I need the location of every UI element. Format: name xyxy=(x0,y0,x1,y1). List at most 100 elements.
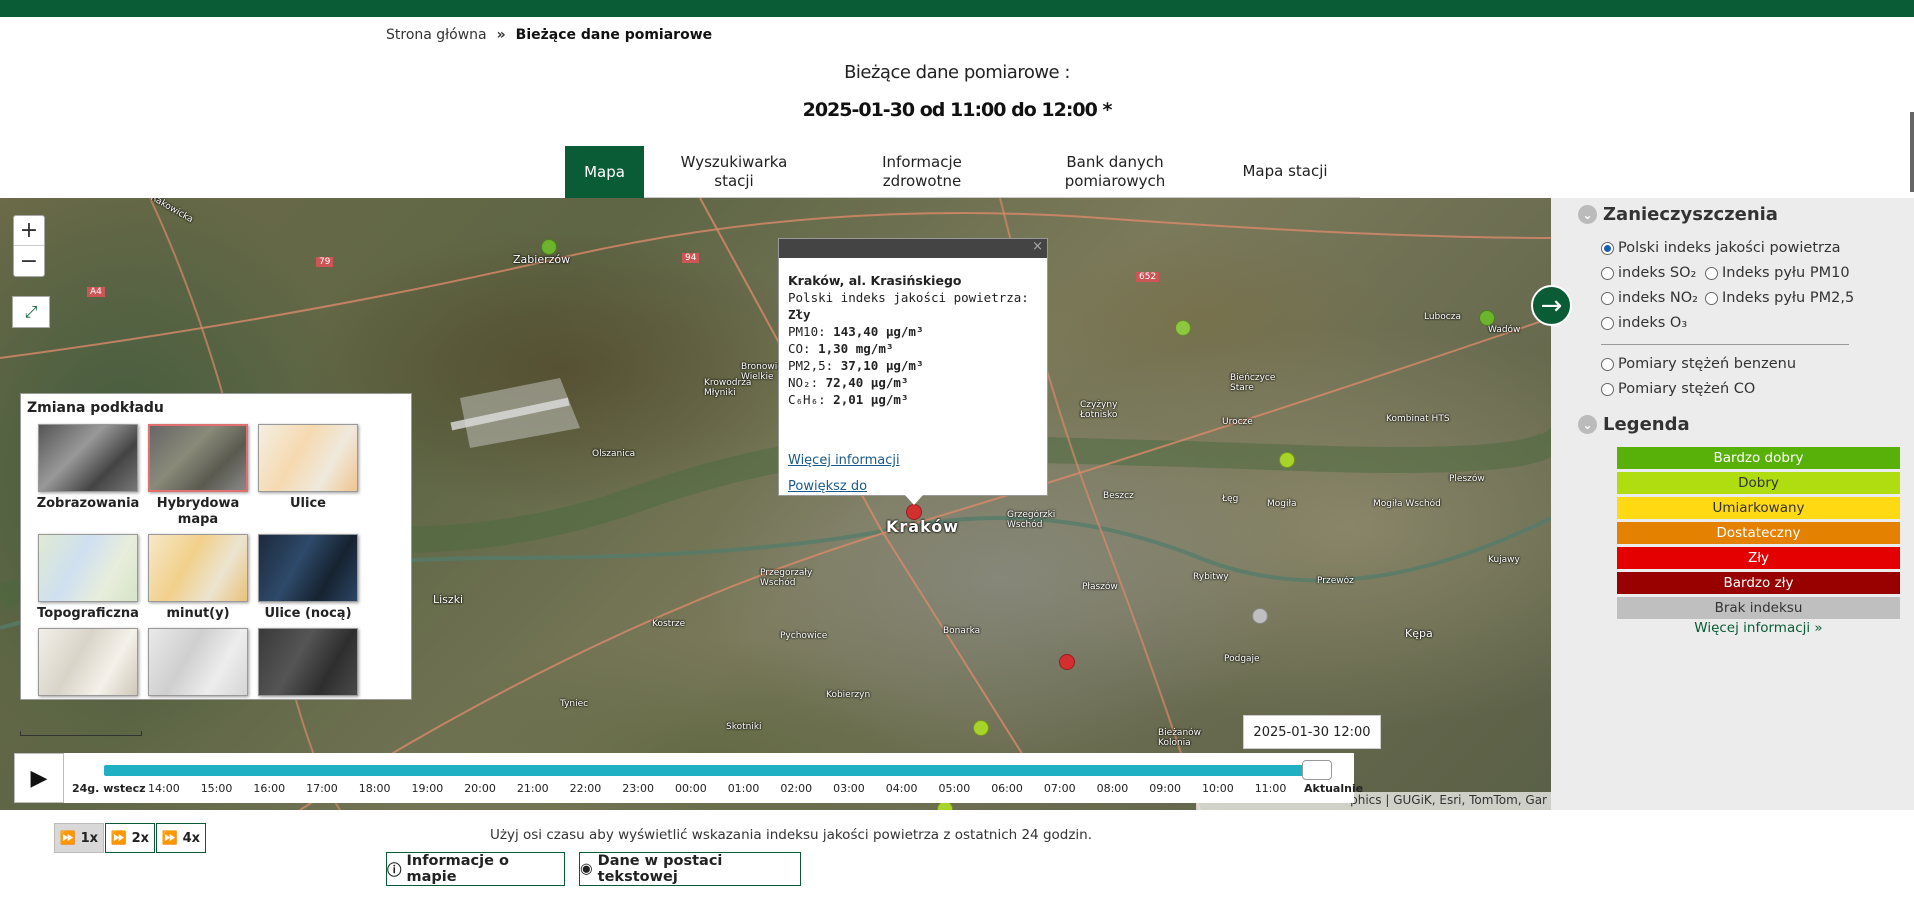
timeline-tick: 20:00 xyxy=(464,782,496,795)
tab-mapa-stacji[interactable]: Mapa stacji xyxy=(1210,146,1360,198)
station-marker[interactable] xyxy=(1175,320,1191,336)
divider xyxy=(1601,344,1849,345)
zoom-in-button[interactable]: + xyxy=(14,216,44,246)
tab-wyszukiwarka-stacji[interactable]: Wyszukiwarka stacji xyxy=(644,146,824,198)
option-pm10[interactable]: Indeks pyłu PM10 xyxy=(1705,265,1850,281)
station-marker[interactable] xyxy=(1279,452,1295,468)
basemap-thumb xyxy=(148,534,248,602)
map-label-rybitwy: Rybitwy xyxy=(1193,572,1229,582)
map-label-kobierzyn: Kobierzyn xyxy=(826,690,871,700)
map-label-bonarka: Bonarka xyxy=(943,626,981,636)
pollution-section-header[interactable]: ⌄ Zanieczyszczenia xyxy=(1578,204,1778,225)
radio-icon xyxy=(1601,266,1614,280)
fullscreen-icon[interactable]: ⤢ xyxy=(12,296,50,328)
breadcrumb-home[interactable]: Strona główna xyxy=(386,27,487,43)
popup-pointer xyxy=(905,495,923,505)
basemap-night[interactable]: Ulice (nocą) xyxy=(253,534,363,622)
timeline-tick: 24g. wstecz xyxy=(72,782,146,795)
radio-icon xyxy=(1705,266,1718,280)
play-icon[interactable]: ▶ xyxy=(14,753,64,803)
option-so2[interactable]: indeks SO₂ xyxy=(1601,265,1696,281)
timeline-tick: 15:00 xyxy=(200,782,233,795)
basemap-thumb xyxy=(258,628,358,696)
speed-1x-button[interactable]: ⏩ 1x xyxy=(54,823,104,853)
basemap-thumb xyxy=(148,424,248,492)
legend-more-info-link[interactable]: Więcej informacji » xyxy=(1617,620,1900,636)
map-info-button[interactable]: ⓘ Informacje o mapie xyxy=(386,852,565,886)
basemap-gallery: Zmiana podkładu Zobrazowania Hybrydowa m… xyxy=(20,393,412,700)
timeline-handle[interactable] xyxy=(1302,760,1332,780)
sidebar-panel: ⌄ Zanieczyszczenia Polski indeks jakości… xyxy=(1551,198,1914,810)
timeline-tick: 14:00 xyxy=(148,782,180,795)
basemap-thumb xyxy=(38,534,138,602)
timeline-tick: 01:00 xyxy=(727,782,760,795)
map-label-r652: 652 xyxy=(1136,272,1160,282)
legend-item: Umiarkowany xyxy=(1617,497,1900,519)
station-marker[interactable] xyxy=(973,720,989,736)
legend-section-header[interactable]: ⌄ Legenda xyxy=(1578,414,1690,435)
text-data-button[interactable]: ◉ Dane w postaci tekstowej xyxy=(579,852,801,886)
top-bar xyxy=(0,0,1914,17)
radio-icon xyxy=(1601,357,1614,371)
map-label-zabierzow: Zabierzów xyxy=(513,253,571,266)
option-no2[interactable]: indeks NO₂ xyxy=(1601,290,1698,306)
map-label-kepa: Kępa xyxy=(1405,627,1433,640)
basemap-thumb xyxy=(148,628,248,696)
station-marker[interactable] xyxy=(1252,608,1268,624)
radio-icon xyxy=(1601,316,1614,330)
map-label-tyniec: Tyniec xyxy=(560,699,589,709)
zoom-control: + − xyxy=(13,215,45,277)
map-label-urocze: Urocze xyxy=(1222,417,1253,427)
basemap-thumb xyxy=(38,424,138,492)
map-label-plaszow: Płaszów xyxy=(1082,582,1118,592)
popup-zoom-to-link[interactable]: Powiększ do xyxy=(788,474,900,500)
station-marker[interactable] xyxy=(1059,654,1075,670)
option-co[interactable]: Pomiary stężeń CO xyxy=(1601,381,1755,397)
page-scrollbar[interactable] xyxy=(1910,112,1914,192)
basemap-gray[interactable] xyxy=(143,628,253,699)
station-marker[interactable] xyxy=(541,239,557,255)
timeline-tick: 10:00 xyxy=(1202,782,1234,795)
popup-header: × xyxy=(779,239,1047,258)
option-pm25[interactable]: Indeks pyłu PM2,5 xyxy=(1705,290,1854,306)
tab-bank-danych[interactable]: Bank danych pomiarowych xyxy=(1020,146,1210,198)
map-label-r79: 79 xyxy=(316,257,334,267)
radio-icon xyxy=(1601,241,1614,255)
basemap-streets[interactable]: Ulice xyxy=(253,424,363,528)
basemap-terrain[interactable] xyxy=(33,628,143,699)
option-aqi[interactable]: Polski indeks jakości powietrza xyxy=(1601,240,1840,256)
map-label-pychowice: Pychowice xyxy=(780,631,828,641)
info-icon: ⓘ xyxy=(387,862,402,879)
tab-informacje-zdrowotne[interactable]: Informacje zdrowotne xyxy=(824,146,1020,198)
basemap-dark[interactable] xyxy=(253,628,363,699)
legend-item: Brak indeksu xyxy=(1617,597,1900,619)
station-marker-selected[interactable] xyxy=(906,504,922,520)
basemap-topo[interactable]: Topograficzna xyxy=(33,534,143,622)
timeline-tick: 16:00 xyxy=(253,782,286,795)
station-marker[interactable] xyxy=(1479,310,1495,326)
basemap-thumb xyxy=(258,534,358,602)
page-date-range: 2025-01-30 od 11:00 do 12:00 * xyxy=(802,99,1113,121)
zoom-out-button[interactable]: − xyxy=(14,246,44,276)
basemap-hybrid[interactable]: Hybrydowa mapa xyxy=(143,424,253,528)
timeline-track[interactable] xyxy=(104,765,1319,776)
popup-row-pm10: PM10: 143,40 µg/m³ xyxy=(788,324,924,339)
basemap-navigation[interactable]: minut(y) xyxy=(143,534,253,622)
arrow-right-icon[interactable]: → xyxy=(1531,285,1572,326)
speed-2x-button[interactable]: ⏩ 2x xyxy=(105,823,155,853)
radio-icon xyxy=(1705,291,1718,305)
close-icon[interactable]: × xyxy=(1032,239,1043,254)
option-benzene[interactable]: Pomiary stężeń benzenu xyxy=(1601,356,1796,372)
map-label-krakow: Kraków xyxy=(886,517,960,536)
map-label-olszanica: Olszanica xyxy=(592,449,636,459)
map-label-przegorzaly: Przegorzały Wschód xyxy=(760,568,813,588)
legend-item: Dostateczny xyxy=(1617,522,1900,544)
option-o3[interactable]: indeks O₃ xyxy=(1601,315,1687,331)
speed-4x-button[interactable]: ⏩ 4x xyxy=(156,823,206,853)
basemap-imagery[interactable]: Zobrazowania xyxy=(33,424,143,528)
map-label-krowodrza: Krowodrza Młyniki xyxy=(704,378,752,398)
basemap-label: minut(y) xyxy=(166,606,230,621)
tab-mapa[interactable]: Mapa xyxy=(565,146,644,198)
map-view[interactable]: Rakowicka Zabierzów A4 79 94 652 Bronowi… xyxy=(0,198,1551,810)
popup-more-info-link[interactable]: Więcej informacji xyxy=(788,448,900,474)
